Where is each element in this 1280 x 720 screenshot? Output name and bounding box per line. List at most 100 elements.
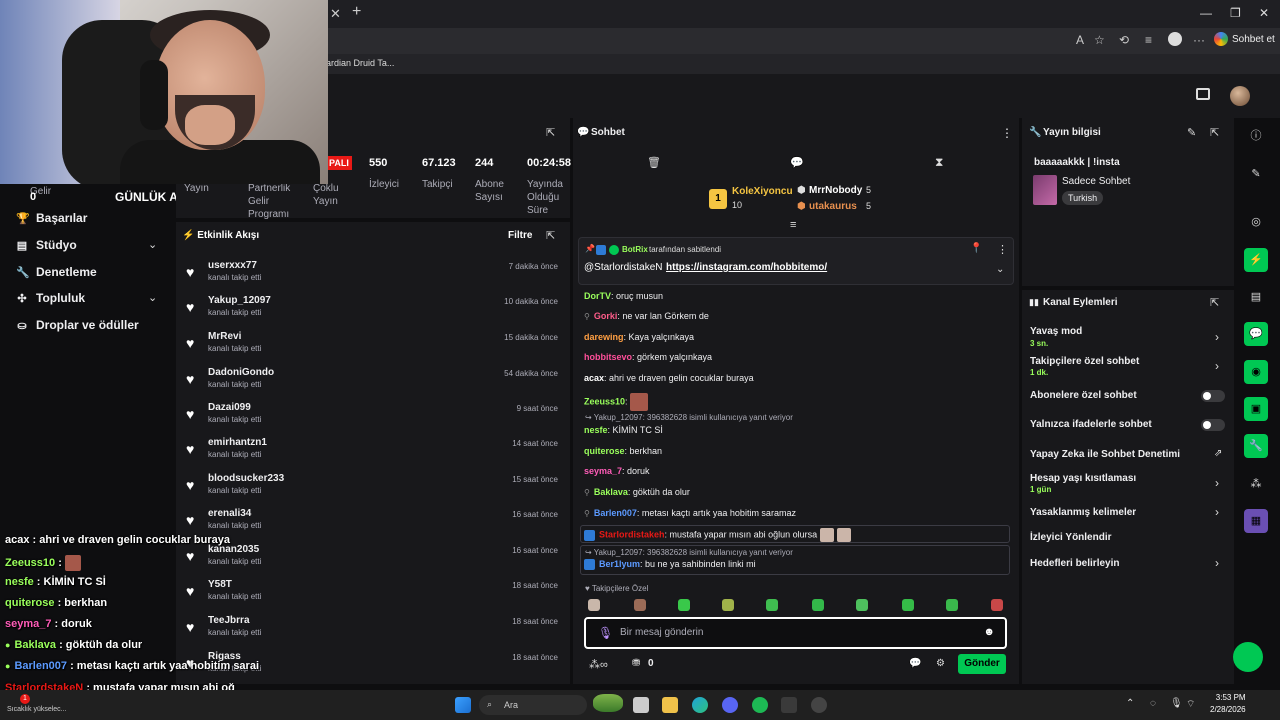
- chevron-right-icon[interactable]: ›: [1215, 556, 1219, 570]
- emote-icon[interactable]: [902, 599, 914, 611]
- list-item[interactable]: ♥ TeeJbrra kanalı takip etti 18 saat önce: [186, 615, 562, 649]
- avatar[interactable]: [1230, 86, 1250, 106]
- feed-user[interactable]: Dazai099: [208, 402, 251, 413]
- list-item[interactable]: ♥ MrRevi kanalı takip etti 15 dakika önce: [186, 331, 562, 365]
- broadcast-icon[interactable]: ◉: [1244, 360, 1268, 384]
- chevron-down-icon[interactable]: ⌄: [148, 291, 157, 304]
- more-icon[interactable]: ···: [1193, 33, 1205, 47]
- emote-icon[interactable]: [856, 599, 868, 611]
- gift-icon[interactable]: [1196, 88, 1210, 100]
- popout-icon[interactable]: ⇱: [1210, 296, 1219, 309]
- feed-user[interactable]: TeeJbrra: [208, 615, 250, 626]
- edit-icon[interactable]: ✎: [1187, 126, 1196, 139]
- sidebar-item-studio[interactable]: ▤ Stüdyo: [16, 238, 77, 252]
- emote-icon[interactable]: [766, 599, 778, 611]
- chat-username[interactable]: darewing: [584, 332, 624, 342]
- lightning-icon[interactable]: ⚡: [1244, 248, 1268, 272]
- chat-username[interactable]: Zeeuss10: [584, 396, 625, 406]
- profile-icon[interactable]: [1168, 32, 1182, 46]
- chat-bubble-icon[interactable]: 💬: [1244, 322, 1268, 346]
- feed-user[interactable]: userxxx77: [208, 260, 257, 271]
- chevron-right-icon[interactable]: ›: [1215, 330, 1219, 344]
- chat-username[interactable]: Gorki: [594, 311, 618, 321]
- minimize-icon[interactable]: —: [1200, 6, 1212, 20]
- category-thumbnail[interactable]: [1033, 175, 1057, 205]
- category-name[interactable]: Sadece Sohbet: [1062, 176, 1130, 187]
- list-item[interactable]: ♥ Y58T kanalı takip etti 18 saat önce: [186, 579, 562, 613]
- list-item[interactable]: ♥ userxxx77 kanalı takip etti 7 dakika önce: [186, 260, 562, 294]
- chevron-right-icon[interactable]: ›: [1215, 505, 1219, 519]
- treasure-icon[interactable]: ⛃: [632, 658, 640, 669]
- camera-icon[interactable]: ◎: [1244, 210, 1268, 234]
- chat-settings-bubble-icon[interactable]: 💬: [909, 658, 921, 669]
- list-item[interactable]: ♥ erenali34 kanalı takip etti 16 saat önce: [186, 508, 562, 542]
- top-user-3[interactable]: utakaurus: [809, 201, 857, 212]
- emote-icon[interactable]: [588, 599, 600, 611]
- maximize-icon[interactable]: ❐: [1230, 6, 1241, 20]
- wifi-icon[interactable]: ⌔: [1186, 698, 1195, 711]
- chat-username[interactable]: Barlen007: [594, 508, 637, 518]
- chat-username[interactable]: acax: [584, 373, 604, 383]
- popout-icon[interactable]: ⇱: [546, 229, 555, 242]
- chevron-down-icon[interactable]: ⌄: [148, 238, 157, 251]
- emote-only-toggle[interactable]: [1201, 419, 1225, 431]
- clock[interactable]: 3:53 PM 2/28/2026: [1210, 692, 1246, 716]
- goals-row[interactable]: Hedefleri belirleyin: [1030, 558, 1119, 569]
- top-user-2[interactable]: MrrNobody: [809, 185, 862, 196]
- popout-icon[interactable]: ⇱: [546, 126, 555, 139]
- tray-chevron-icon[interactable]: ⌃: [1126, 698, 1134, 709]
- pencil-icon[interactable]: ✎: [1244, 162, 1268, 186]
- points-icon[interactable]: ⁂∞: [589, 658, 608, 671]
- list-item[interactable]: ♥ Yakup_12097 kanalı takip etti 10 dakika ö…: [186, 295, 562, 329]
- read-aloud-icon[interactable]: A: [1076, 33, 1084, 47]
- new-tab-icon[interactable]: +: [352, 3, 361, 21]
- list-item[interactable]: ♥ DadoniGondo kanalı takip etti 54 dakika ö…: [186, 367, 562, 401]
- emote-icon[interactable]: [678, 599, 690, 611]
- chat-menu-icon[interactable]: ⋮: [1001, 126, 1013, 140]
- favorite-icon[interactable]: ☆: [1094, 33, 1105, 47]
- feed-user[interactable]: erenali34: [208, 508, 251, 519]
- emote-icon[interactable]: [812, 599, 824, 611]
- info-icon[interactable]: ⓘ: [1244, 124, 1268, 148]
- weather-text[interactable]: Sıcaklık yükselec...: [7, 706, 67, 713]
- feed-user[interactable]: emirhantzn1: [208, 437, 267, 448]
- chat-username[interactable]: quiterose: [584, 446, 625, 456]
- chat-input[interactable]: 🎙 Bir mesaj gönderin ☻: [584, 617, 1007, 649]
- tag-badge[interactable]: Turkish: [1062, 191, 1104, 205]
- video-icon[interactable]: ▣: [1244, 397, 1268, 421]
- community-icon[interactable]: ⁂: [1244, 472, 1268, 496]
- support-button[interactable]: [1233, 642, 1263, 672]
- chat-username[interactable]: seyma_7: [584, 466, 622, 476]
- chevron-down-icon[interactable]: ⌄: [996, 264, 1004, 275]
- ai-moderation-row[interactable]: Yapay Zeka ile Sohbet Denetimi: [1030, 449, 1180, 460]
- chat-username[interactable]: hobbitsevo: [584, 352, 632, 362]
- bookmark-item[interactable]: ardian Druid Ta...: [326, 58, 394, 68]
- window-close-icon[interactable]: ✕: [1259, 6, 1269, 20]
- sidebar-item-achievements[interactable]: 🏆 Başarılar: [16, 211, 87, 225]
- followers-only-row[interactable]: Takipçilere özel sohbet: [1030, 356, 1139, 367]
- feed-user[interactable]: DadoniGondo: [208, 367, 274, 378]
- pinned-link[interactable]: https://instagram.com/hobbitemo/: [666, 262, 827, 273]
- emote-icon[interactable]: [634, 599, 646, 611]
- popout-icon[interactable]: ⇱: [1210, 126, 1219, 139]
- network-icon[interactable]: ◌: [1150, 698, 1156, 709]
- task-view-icon[interactable]: [633, 697, 649, 713]
- chevron-right-icon[interactable]: ›: [1215, 476, 1219, 490]
- hourglass-icon[interactable]: ⧗: [935, 155, 943, 170]
- taskbar-search[interactable]: ⌕ Ara: [479, 695, 587, 715]
- app-icon[interactable]: [781, 697, 797, 713]
- trash-icon[interactable]: 🗑: [647, 156, 661, 169]
- feed-user[interactable]: Yakup_12097: [208, 295, 271, 306]
- feed-user[interactable]: Y58T: [208, 579, 232, 590]
- banned-words-row[interactable]: Yasaklanmış kelimeler: [1030, 507, 1136, 518]
- wrench-icon[interactable]: 🔧: [1244, 434, 1268, 458]
- widget-icon[interactable]: [593, 694, 623, 712]
- subs-only-toggle[interactable]: [1201, 390, 1225, 402]
- extension-icon[interactable]: ▦: [1244, 509, 1268, 533]
- chat-username[interactable]: nesfe: [584, 425, 608, 435]
- mic-icon[interactable]: 🎙: [1170, 698, 1183, 709]
- list-item[interactable]: ♥ kanan2035 kanalı takip etti 16 saat önce: [186, 544, 562, 578]
- emote-icon[interactable]: [946, 599, 958, 611]
- file-explorer-icon[interactable]: [662, 697, 678, 713]
- pinned-menu-icon[interactable]: ⋮: [997, 243, 1008, 256]
